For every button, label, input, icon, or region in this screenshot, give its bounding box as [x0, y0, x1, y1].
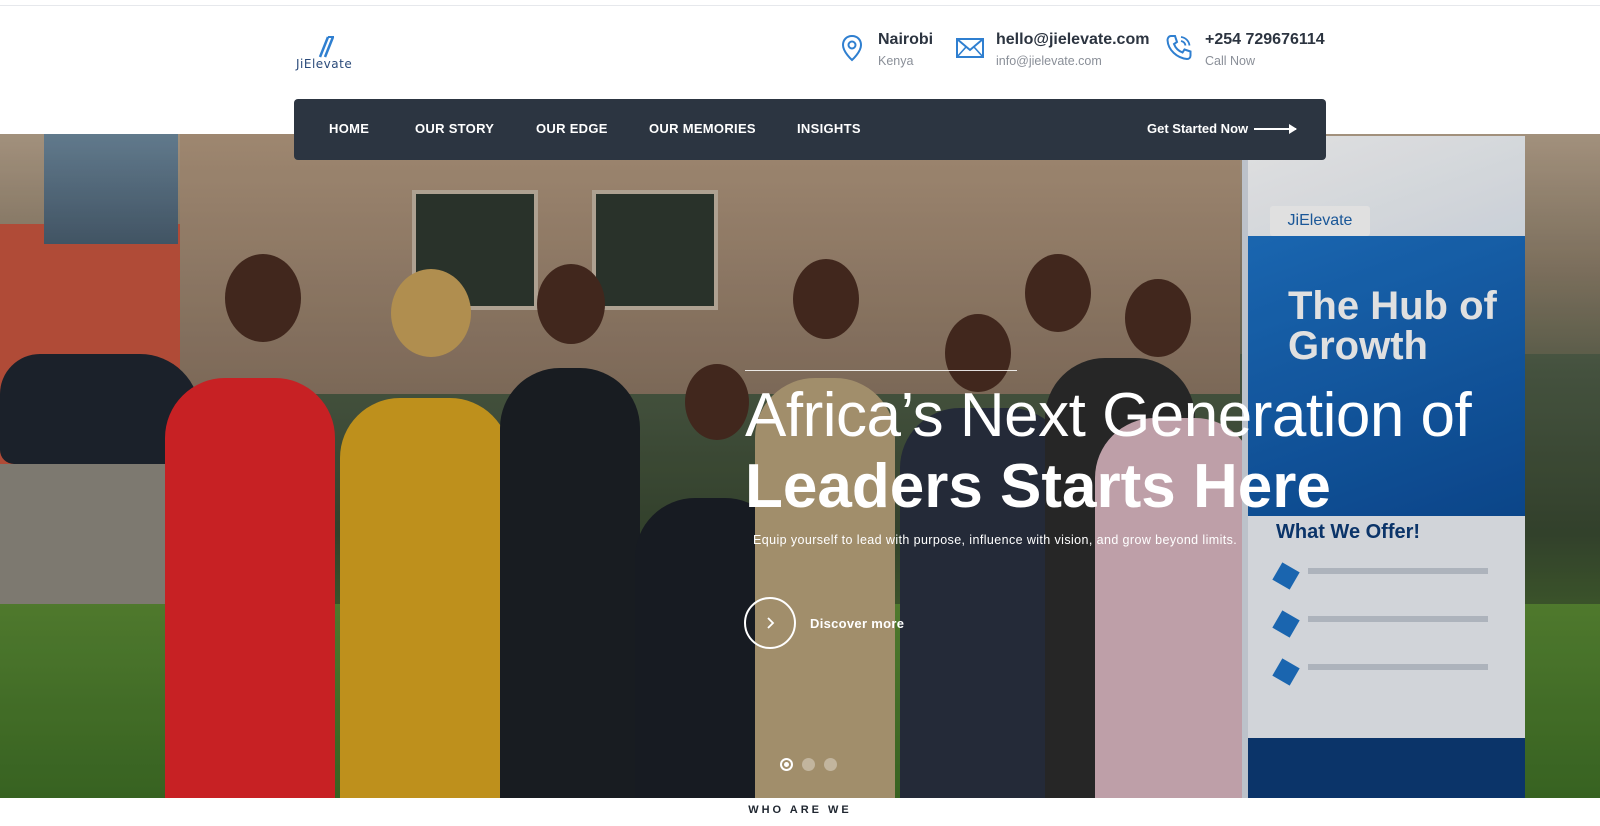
- contact-phone-number[interactable]: +254 729676114: [1205, 30, 1325, 50]
- logo-text: JiElevate: [296, 57, 353, 71]
- nav-item-our-edge[interactable]: OUR EDGE: [536, 121, 608, 136]
- slider-dot[interactable]: [802, 758, 815, 771]
- envelope-icon: [956, 38, 984, 58]
- hero-copy: Africa’s Next Generation of Leaders Star…: [745, 370, 1472, 547]
- contact-phone[interactable]: +254 729676114 Call Now: [1163, 30, 1325, 68]
- main-nav: HOME OUR STORY OUR EDGE OUR MEMORIES INS…: [294, 99, 1326, 160]
- contact-location-subtitle: Kenya: [878, 54, 914, 68]
- discover-more-button[interactable]: Discover more: [744, 597, 904, 649]
- discover-circle[interactable]: [744, 597, 796, 649]
- hero-lead: Equip yourself to lead with purpose, inf…: [753, 533, 1238, 547]
- brand-logo[interactable]: JiElevate: [296, 35, 366, 73]
- logo-mark-icon: [318, 36, 335, 58]
- slider-pagination: [780, 758, 846, 771]
- get-started-button[interactable]: Get Started Now: [1147, 121, 1248, 136]
- slider-dot[interactable]: [824, 758, 837, 771]
- phone-icon: [1166, 35, 1192, 61]
- contact-email-secondary[interactable]: info@jielevate.com: [996, 54, 1149, 68]
- hero-heading-line2: Leaders Starts Here: [745, 452, 1331, 521]
- contact-phone-label: Call Now: [1205, 54, 1256, 68]
- section-label-who-are-we: WHO ARE WE: [748, 804, 852, 816]
- contact-email[interactable]: hello@jielevate.com info@jielevate.com: [954, 30, 1149, 68]
- arrow-right-icon[interactable]: [1254, 124, 1297, 134]
- contact-email-primary[interactable]: hello@jielevate.com: [996, 30, 1149, 50]
- chevron-right-icon: [767, 617, 775, 629]
- nav-item-insights[interactable]: INSIGHTS: [797, 121, 861, 136]
- hero-divider: [745, 370, 1017, 371]
- nav-item-our-story[interactable]: OUR STORY: [415, 121, 494, 136]
- nav-item-our-memories[interactable]: OUR MEMORIES: [649, 121, 756, 136]
- top-divider: [0, 5, 1600, 6]
- slider-dot[interactable]: [780, 758, 793, 771]
- contact-location: Nairobi Kenya: [836, 30, 933, 68]
- location-pin-icon: [841, 34, 863, 62]
- contact-location-title: Nairobi: [878, 31, 934, 48]
- discover-more-label[interactable]: Discover more: [810, 616, 904, 631]
- nav-item-home[interactable]: HOME: [329, 121, 369, 136]
- hero-heading-line1: Africa’s Next Generation of: [745, 381, 1472, 450]
